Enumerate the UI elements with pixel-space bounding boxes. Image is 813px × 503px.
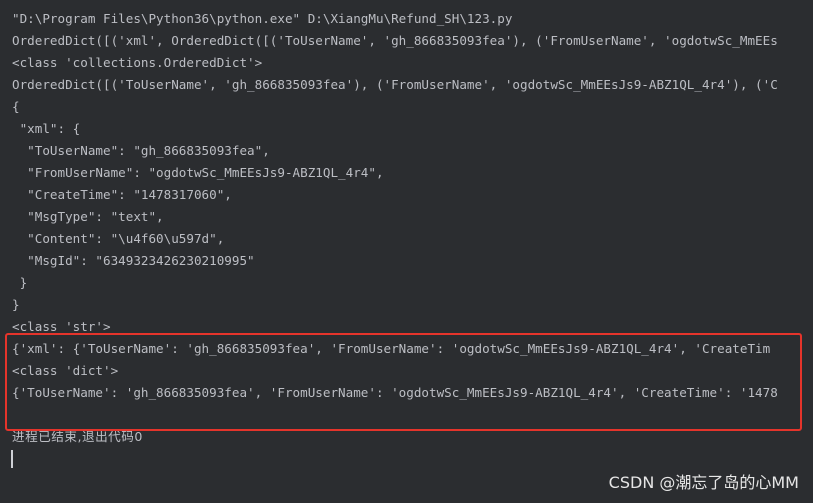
console-line: "CreateTime": "1478317060", — [12, 187, 232, 202]
text-cursor — [11, 450, 13, 468]
console-line: "ToUserName": "gh_866835093fea", — [12, 143, 270, 158]
console-line: OrderedDict([('ToUserName', 'gh_86683509… — [12, 77, 778, 92]
watermark: CSDN @潮忘了岛的心MM — [608, 473, 799, 492]
console-line: OrderedDict([('xml', OrderedDict([('ToUs… — [12, 33, 778, 48]
console-line-highlighted: {'ToUserName': 'gh_866835093fea', 'FromU… — [12, 385, 778, 400]
console-line-empty — [12, 404, 813, 426]
console-line: <class 'collections.OrderedDict'> — [12, 55, 263, 70]
console-line: } — [12, 275, 28, 290]
process-exit-status: 进程已结束,退出代码0 — [12, 429, 143, 444]
console-line: { — [12, 99, 20, 114]
console-line: } — [12, 297, 20, 312]
run-console[interactable]: "D:\Program Files\Python36\python.exe" D… — [0, 0, 813, 503]
console-line: "xml": { — [12, 121, 81, 136]
console-line: "MsgType": "text", — [12, 209, 164, 224]
console-line: "Content": "\u4f60\u597d", — [12, 231, 225, 246]
console-line: <class 'str'> — [12, 319, 111, 334]
console-line: "MsgId": "6349323426230210995" — [12, 253, 255, 268]
console-line-highlighted: <class 'dict'> — [12, 363, 119, 378]
console-line: "FromUserName": "ogdotwSc_MmEEsJs9-ABZ1Q… — [12, 165, 384, 180]
console-line-highlighted: {'xml': {'ToUserName': 'gh_866835093fea'… — [12, 341, 771, 356]
console-output: "D:\Program Files\Python36\python.exe" D… — [12, 8, 813, 448]
console-line-command: "D:\Program Files\Python36\python.exe" D… — [12, 11, 513, 26]
